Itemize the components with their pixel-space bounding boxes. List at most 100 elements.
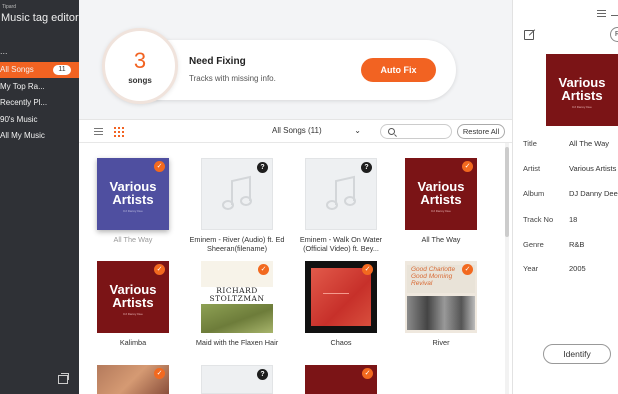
grid-view-icon[interactable]	[114, 127, 124, 137]
checkmark-icon: ✓	[258, 264, 269, 275]
playlist-list: All Songs 11 My Top Ra... Recently Pl...…	[0, 62, 79, 145]
song-title: River	[432, 338, 450, 347]
sidebar-item-label: 90's Music	[0, 114, 38, 124]
list-view-icon[interactable]	[94, 128, 103, 136]
edit-icon[interactable]	[524, 30, 534, 40]
song-card[interactable]: Good Charlotte Good Morning Revival ✓ Ri…	[391, 261, 491, 347]
field-value[interactable]: Various Artists	[569, 164, 616, 173]
restore-all-button[interactable]: Restore All	[457, 124, 505, 139]
album-cover-placeholder: ?	[201, 158, 273, 230]
song-title: Eminem - River (Audio) ft. Ed Sheeran(fi…	[189, 235, 285, 253]
sidebar-item-90s-music[interactable]: 90's Music	[0, 112, 79, 128]
sidebar: Tipard Music tag editor ... All Songs 11…	[0, 0, 79, 394]
need-fixing-title: Need Fixing	[189, 56, 246, 67]
cover-artist-text: RICHARD STOLTZMAN	[201, 287, 273, 304]
need-fixing-description: Tracks with missing info.	[189, 74, 276, 83]
cover-artist-text: Various Artists	[109, 282, 157, 310]
song-title: Maid with the Flaxen Hair	[195, 338, 279, 347]
album-cover: Good Charlotte Good Morning Revival ✓	[405, 261, 477, 333]
sidebar-item-label: All Songs	[0, 65, 34, 74]
field-label: Album	[523, 189, 545, 198]
checkmark-icon: ✓	[462, 161, 473, 172]
song-card[interactable]: ? Eminem - Walk On Water (Official Video…	[291, 158, 391, 253]
cover-artist-text: Various Artists	[109, 179, 157, 207]
song-card[interactable]: Various Artists DJ Danny Dee ✓ All The W…	[391, 158, 491, 244]
field-value[interactable]: 2005	[569, 264, 586, 273]
cover-artist-text: Various Artists	[417, 179, 465, 207]
brand-subtitle: Tipard	[2, 4, 16, 10]
need-fixing-counter: 3 songs	[102, 28, 178, 104]
sidebar-item-label: Recently Pl...	[0, 98, 48, 107]
need-fixing-count: 3	[133, 48, 147, 73]
song-card[interactable]: ?	[187, 365, 287, 394]
sidebar-item-all-songs[interactable]: All Songs 11	[0, 62, 79, 78]
checkmark-icon: ✓	[154, 161, 165, 172]
library-toolbar: All Songs (11) ⌄ Restore All	[79, 121, 512, 143]
album-cover: ✓	[305, 365, 377, 394]
cover-album-text: DJ Danny Dee	[123, 312, 143, 316]
new-playlist-icon[interactable]	[58, 373, 69, 384]
app-title: Music tag editor	[1, 12, 79, 24]
checkmark-icon: ✓	[362, 264, 373, 275]
song-card[interactable]: ✓	[83, 365, 183, 394]
song-card[interactable]: RICHARD STOLTZMAN ✓ Maid with the Flaxen…	[187, 261, 287, 347]
search-input[interactable]	[380, 124, 452, 139]
song-card[interactable]: ? Eminem - River (Audio) ft. Ed Sheeran(…	[187, 158, 287, 253]
album-cover: Various Artists DJ Danny Dee ✓	[97, 158, 169, 230]
field-value[interactable]: R&B	[569, 240, 584, 249]
sidebar-item-label: All My Music	[0, 131, 45, 140]
song-title: Eminem - Walk On Water (Official Video) …	[299, 235, 383, 253]
cover-album-text: DJ Danny Dee	[123, 209, 143, 213]
sidebar-item-label: My Top Ra...	[0, 81, 45, 91]
field-value[interactable]: DJ Danny Dee	[569, 189, 618, 198]
song-title: All The Way	[421, 235, 461, 244]
field-value[interactable]: All The Way	[569, 139, 609, 148]
song-card[interactable]: ✓	[291, 365, 391, 394]
field-value[interactable]: 18	[569, 215, 577, 224]
cover-album-text: DJ Danny Dee	[572, 105, 592, 109]
need-fixing-unit: songs	[128, 76, 152, 85]
field-label: Artist	[523, 164, 541, 173]
identify-button[interactable]: Identify	[543, 344, 611, 364]
field-label: Track No	[523, 215, 554, 224]
sidebar-more-icon[interactable]: ...	[0, 46, 8, 56]
fix-header: 3 songs Need Fixing Tracks with missing …	[79, 0, 512, 120]
sidebar-item-recently-played[interactable]: Recently Pl...	[0, 95, 79, 111]
song-title: Chaos	[330, 338, 352, 347]
window-controls	[513, 0, 618, 22]
album-cover: ✓	[305, 261, 377, 333]
auto-fix-button[interactable]: Auto Fix	[361, 58, 436, 82]
minimize-icon[interactable]	[611, 15, 618, 16]
music-note-icon	[326, 175, 356, 210]
cover-artist-text: Various Artists	[558, 75, 606, 103]
song-card[interactable]: ✓ Chaos	[291, 261, 391, 347]
checkmark-icon: ✓	[462, 264, 473, 275]
checkmark-icon: ✓	[362, 368, 373, 379]
field-label: Year	[523, 264, 539, 273]
r-button[interactable]: R	[610, 27, 618, 42]
app-window: Tipard Music tag editor ... All Songs 11…	[0, 0, 618, 394]
cover-album-text: DJ Danny Dee	[431, 209, 451, 213]
field-label: Genre	[523, 240, 544, 249]
song-card[interactable]: Various Artists DJ Danny Dee ✓ All The W…	[83, 158, 183, 244]
chevron-down-icon: ⌄	[354, 126, 361, 135]
playlist-dropdown[interactable]: All Songs (11) ⌄	[272, 126, 364, 135]
main-panel: 3 songs Need Fixing Tracks with missing …	[79, 0, 512, 394]
sidebar-item-my-top-rated[interactable]: My Top Ra...	[0, 79, 79, 95]
song-card[interactable]: Various Artists DJ Danny Dee ✓ Kalimba	[83, 261, 183, 347]
question-icon: ?	[257, 369, 268, 380]
song-count-badge: 11	[53, 65, 71, 75]
details-panel: R Various Artists DJ Danny Dee Title All…	[512, 0, 618, 394]
song-title: Kalimba	[119, 338, 147, 347]
search-icon	[388, 128, 395, 135]
music-note-icon	[222, 175, 252, 210]
grid-scrollbar[interactable]	[505, 143, 509, 394]
song-title: All The Way	[113, 235, 153, 244]
checkmark-icon: ✓	[154, 368, 165, 379]
album-cover-placeholder: ?	[201, 365, 273, 394]
playlist-dropdown-label: All Songs (11)	[272, 126, 322, 135]
album-cover: RICHARD STOLTZMAN ✓	[201, 261, 273, 333]
sidebar-item-all-my-music[interactable]: All My Music	[0, 128, 79, 144]
details-album-cover: Various Artists DJ Danny Dee	[546, 54, 618, 126]
menu-icon[interactable]	[597, 10, 606, 17]
